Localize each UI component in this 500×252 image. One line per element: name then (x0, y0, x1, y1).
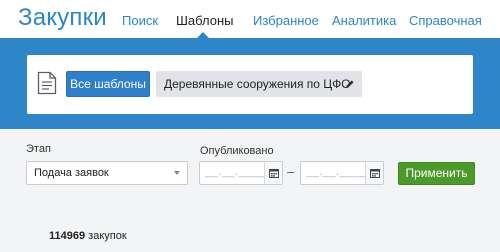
app-logo[interactable]: Закупки (18, 4, 107, 32)
date-to-field[interactable]: __.__.____ (300, 161, 384, 185)
date-to-placeholder: __.__.____ (306, 166, 367, 178)
selected-template-label: Деревянные сооружения по ЦФО (164, 77, 351, 91)
chevron-down-icon (174, 171, 180, 175)
published-label: Опубликовано (200, 145, 274, 157)
nav-favorites[interactable]: Избранное (253, 13, 319, 28)
top-navigation: Закупки Поиск Шаблоны Избранное Аналитик… (0, 0, 500, 38)
results-count: 114969 закупок (49, 230, 127, 242)
selected-template-chip[interactable]: Деревянные сооружения по ЦФО (156, 71, 362, 97)
nav-templates[interactable]: Шаблоны (176, 13, 234, 28)
nav-reference[interactable]: Справочная (409, 13, 482, 28)
stage-label: Этап (26, 143, 51, 155)
results-count-number: 114969 (49, 230, 86, 242)
stage-select-value: Подача заявок (34, 167, 109, 179)
date-from-calendar-button[interactable] (264, 162, 282, 184)
date-to-calendar-button[interactable] (365, 162, 383, 184)
stage-select[interactable]: Подача заявок (26, 161, 188, 185)
nav-analytics[interactable]: Аналитика (332, 13, 396, 28)
nav-search[interactable]: Поиск (122, 13, 158, 28)
date-from-field[interactable]: __.__.____ (199, 161, 283, 185)
calendar-icon (370, 169, 380, 178)
results-count-unit: закупок (88, 230, 127, 242)
date-from-placeholder: __.__.____ (205, 166, 266, 178)
apply-button[interactable]: Применить (398, 162, 475, 185)
pencil-icon[interactable] (345, 79, 355, 89)
date-range-separator: – (287, 164, 295, 179)
calendar-icon (269, 169, 279, 178)
document-icon (37, 71, 57, 95)
all-templates-button[interactable]: Все шаблоны (66, 71, 150, 97)
